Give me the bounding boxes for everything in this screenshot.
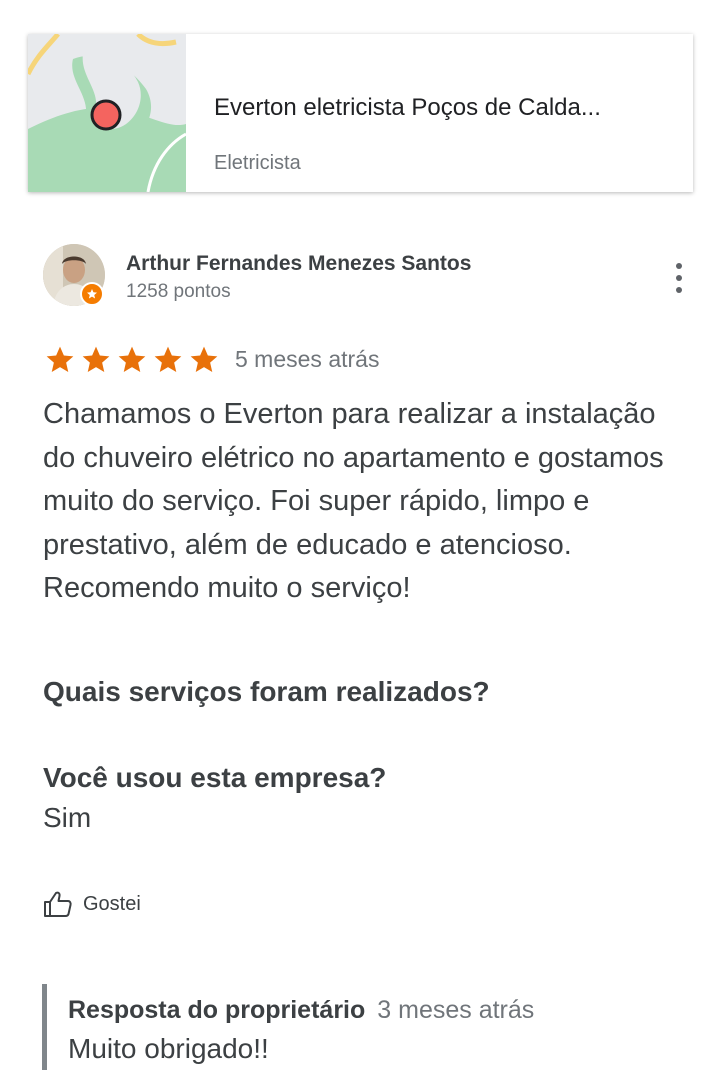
map-pin-icon [90, 99, 122, 131]
owner-response-time: 3 meses atrás [377, 996, 535, 1024]
place-category: Eletricista [214, 152, 301, 174]
star-icon [46, 346, 74, 372]
answer-used-business: Sim [43, 802, 92, 833]
owner-response-title: Resposta do proprietário [68, 996, 366, 1024]
more-vert-icon[interactable] [666, 258, 692, 298]
review-time: 5 meses atrás [235, 346, 380, 372]
question-services: Quais serviços foram realizados? [43, 676, 490, 707]
local-guide-badge-icon [80, 282, 104, 306]
star-icon [154, 346, 182, 372]
review-text: Chamamos o Everton para realizar a insta… [43, 398, 664, 604]
author-points: 1258 pontos [126, 281, 231, 302]
owner-response-bar [42, 984, 47, 1070]
rating-stars [42, 344, 222, 376]
thumb-up-icon [44, 891, 72, 917]
place-name[interactable]: Everton eletricista Poços de Calda... [214, 94, 674, 122]
owner-response-text: Muito obrigado!! [68, 1033, 269, 1064]
owner-response-label: Resposta do proprietário 3 meses atrás [68, 996, 534, 1025]
author-name[interactable]: Arthur Fernandes Menezes Santos [126, 252, 471, 276]
star-icon [190, 346, 218, 372]
place-card[interactable]: Everton eletricista Poços de Calda... El… [28, 34, 693, 192]
star-icon [118, 346, 146, 372]
question-used-business: Você usou esta empresa? [43, 762, 387, 793]
like-button[interactable]: Gostei [43, 890, 141, 918]
like-label: Gostei [83, 892, 141, 915]
star-icon [82, 346, 110, 372]
